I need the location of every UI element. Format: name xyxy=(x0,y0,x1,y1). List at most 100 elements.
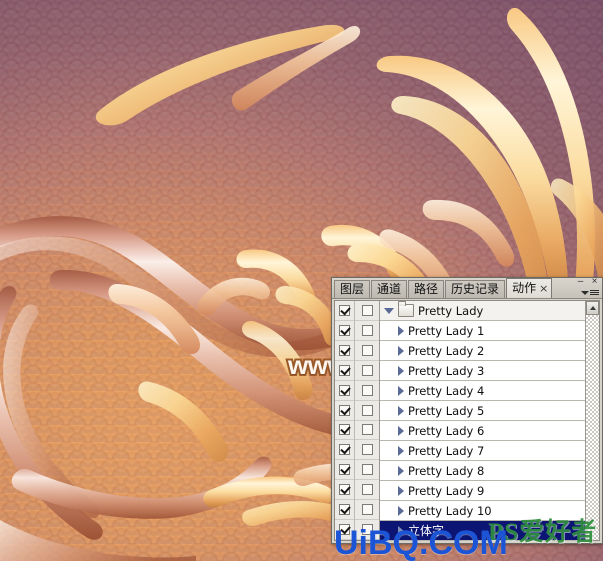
panel-close-button[interactable]: × xyxy=(589,277,600,287)
tab-layers-label: 图层 xyxy=(340,282,365,296)
visibility-cell[interactable] xyxy=(335,460,354,481)
tab-actions[interactable]: 动作 × xyxy=(506,278,553,298)
link-cell[interactable] xyxy=(355,460,379,481)
layer-row[interactable]: Pretty Lady 5 xyxy=(380,401,585,421)
link-cell[interactable] xyxy=(355,321,379,341)
visibility-cell[interactable] xyxy=(335,421,354,441)
visibility-column[interactable] xyxy=(335,301,355,541)
link-checkbox[interactable] xyxy=(361,424,373,436)
layer-rows-column[interactable]: Pretty Lady Pretty Lady 1 Pretty Lady 2 … xyxy=(380,301,585,541)
visibility-cell[interactable] xyxy=(335,361,354,381)
visibility-cell[interactable] xyxy=(335,480,354,501)
eye-checkbox[interactable] xyxy=(339,324,350,336)
tab-paths[interactable]: 路径 xyxy=(408,280,445,298)
layer-label: Pretty Lady 5 xyxy=(408,403,485,418)
tab-history[interactable]: 历史记录 xyxy=(445,280,506,298)
chevron-down-icon[interactable] xyxy=(384,307,394,314)
tab-history-label: 历史记录 xyxy=(451,282,500,296)
layers-panel[interactable]: 图层 通道 路径 历史记录 动作 × – × Pretty Lady Prett… xyxy=(331,277,603,544)
chevron-right-icon[interactable] xyxy=(398,385,404,396)
visibility-cell[interactable] xyxy=(335,381,354,401)
eye-checkbox[interactable] xyxy=(339,504,350,516)
link-cell[interactable] xyxy=(355,440,379,461)
layer-row-selected[interactable]: 立体字 xyxy=(380,521,585,541)
layer-label: Pretty Lady xyxy=(418,303,484,318)
menu-lines-icon xyxy=(590,290,599,295)
layer-row[interactable]: Pretty Lady 2 xyxy=(380,341,585,361)
link-checkbox[interactable] xyxy=(361,364,373,376)
chevron-right-icon[interactable] xyxy=(398,465,404,476)
panel-tab-bar[interactable]: 图层 通道 路径 历史记录 动作 × – × xyxy=(332,277,602,299)
link-column[interactable] xyxy=(355,301,380,541)
visibility-cell[interactable] xyxy=(335,321,354,341)
panel-menu-icon[interactable] xyxy=(581,288,599,297)
link-checkbox[interactable] xyxy=(361,404,373,416)
layer-row[interactable]: Pretty Lady 1 xyxy=(380,321,585,341)
link-checkbox[interactable] xyxy=(361,524,373,536)
link-cell[interactable] xyxy=(355,500,379,521)
close-icon[interactable]: × xyxy=(539,279,548,298)
scrollbar-track[interactable] xyxy=(586,315,599,540)
tab-layers[interactable]: 图层 xyxy=(334,280,371,298)
layer-row[interactable]: Pretty Lady 9 xyxy=(380,481,585,501)
link-cell[interactable] xyxy=(355,480,379,501)
layer-row[interactable]: Pretty Lady 3 xyxy=(380,361,585,381)
layer-label: Pretty Lady 8 xyxy=(408,463,485,478)
window-buttons[interactable]: – × xyxy=(575,277,600,287)
eye-checkbox[interactable] xyxy=(339,364,350,376)
link-cell[interactable] xyxy=(355,341,379,361)
eye-checkbox[interactable] xyxy=(339,404,350,416)
link-checkbox[interactable] xyxy=(361,464,373,476)
layers-list[interactable]: Pretty Lady Pretty Lady 1 Pretty Lady 2 … xyxy=(334,300,600,541)
layer-row[interactable]: Pretty Lady 6 xyxy=(380,421,585,441)
visibility-cell[interactable] xyxy=(335,500,354,521)
layer-row[interactable]: Pretty Lady 10 xyxy=(380,501,585,521)
visibility-cell[interactable] xyxy=(335,341,354,361)
chevron-right-icon[interactable] xyxy=(398,365,404,376)
layer-row[interactable]: Pretty Lady 8 xyxy=(380,461,585,481)
chevron-right-icon[interactable] xyxy=(398,505,404,516)
chevron-right-icon[interactable] xyxy=(398,425,404,436)
link-checkbox[interactable] xyxy=(361,324,373,336)
link-cell[interactable] xyxy=(355,421,379,441)
link-checkbox[interactable] xyxy=(361,484,373,496)
link-checkbox[interactable] xyxy=(361,304,373,316)
link-cell[interactable] xyxy=(355,301,379,321)
visibility-cell[interactable] xyxy=(335,520,354,541)
link-checkbox[interactable] xyxy=(361,504,373,516)
eye-checkbox[interactable] xyxy=(339,424,350,436)
scroll-up-arrow-icon[interactable] xyxy=(586,301,599,315)
layer-row[interactable]: Pretty Lady 7 xyxy=(380,441,585,461)
eye-checkbox[interactable] xyxy=(339,344,350,356)
chevron-right-icon[interactable] xyxy=(398,485,404,496)
visibility-cell[interactable] xyxy=(335,401,354,421)
tab-channels-label: 通道 xyxy=(377,282,402,296)
chevron-right-icon[interactable] xyxy=(398,525,404,536)
layer-label: Pretty Lady 3 xyxy=(408,363,485,378)
eye-checkbox[interactable] xyxy=(339,484,350,496)
eye-checkbox[interactable] xyxy=(339,464,350,476)
eye-checkbox[interactable] xyxy=(339,444,350,456)
chevron-right-icon[interactable] xyxy=(398,445,404,456)
link-cell[interactable] xyxy=(355,520,379,541)
link-checkbox[interactable] xyxy=(361,384,373,396)
visibility-cell[interactable] xyxy=(335,440,354,461)
eye-checkbox[interactable] xyxy=(339,384,350,396)
eye-checkbox[interactable] xyxy=(339,304,350,316)
layer-group-row[interactable]: Pretty Lady xyxy=(380,301,585,321)
layer-row[interactable]: Pretty Lady 4 xyxy=(380,381,585,401)
eye-checkbox[interactable] xyxy=(339,524,350,536)
minimize-button[interactable]: – xyxy=(575,277,586,287)
link-checkbox[interactable] xyxy=(361,344,373,356)
link-cell[interactable] xyxy=(355,381,379,401)
chevron-right-icon[interactable] xyxy=(398,405,404,416)
link-cell[interactable] xyxy=(355,361,379,381)
link-cell[interactable] xyxy=(355,401,379,421)
link-checkbox[interactable] xyxy=(361,444,373,456)
chevron-right-icon[interactable] xyxy=(398,325,404,336)
tab-channels[interactable]: 通道 xyxy=(371,280,408,298)
visibility-cell[interactable] xyxy=(335,301,354,321)
vertical-scrollbar[interactable] xyxy=(585,301,599,540)
layer-label: 立体字 xyxy=(408,523,445,538)
chevron-right-icon[interactable] xyxy=(398,345,404,356)
